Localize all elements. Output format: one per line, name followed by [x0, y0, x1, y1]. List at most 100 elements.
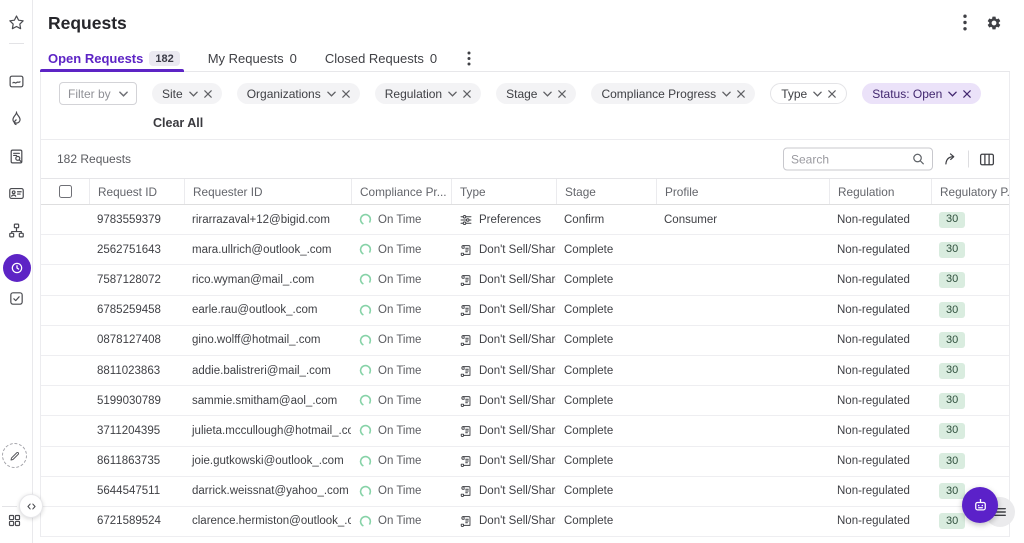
col-requester-id[interactable]: Requester ID — [184, 179, 351, 204]
col-profile[interactable]: Profile — [656, 179, 829, 204]
tab-closed-requests[interactable]: Closed Requests 0 — [325, 46, 437, 71]
on-time-progress-ring-icon — [359, 485, 372, 498]
cell-type: Don't Sell/Share — [451, 243, 556, 257]
filter-chip-status-open[interactable]: Status: Open — [862, 83, 981, 104]
col-stage[interactable]: Stage — [556, 179, 656, 204]
scroll-icon — [459, 454, 473, 468]
edit-pencil-icon[interactable] — [2, 443, 27, 468]
cell-compliance: On Time — [351, 424, 451, 437]
requests-nav-active[interactable] — [3, 254, 31, 282]
id-card-icon[interactable] — [8, 185, 25, 202]
col-compliance-progress[interactable]: Compliance Pr... — [351, 179, 451, 204]
remove-filter-icon[interactable] — [463, 90, 471, 98]
remove-filter-icon[interactable] — [963, 90, 971, 98]
table-row[interactable]: 6721589524 clarence.hermiston@outlook_.c… — [41, 507, 1009, 537]
table-row[interactable]: 5199030789 sammie.smitham@aol_.com On Ti… — [41, 386, 1009, 416]
select-all-checkbox[interactable] — [59, 185, 72, 198]
remove-filter-icon[interactable] — [828, 90, 836, 98]
col-regulatory-period[interactable]: Regulatory P... — [931, 179, 1009, 204]
toolbar-divider — [968, 151, 969, 168]
chip-label: Type — [781, 87, 807, 101]
cell-stage: Complete — [556, 455, 656, 467]
filter-by-select[interactable]: Filter by — [59, 82, 137, 105]
cell-requester-id: earle.rau@outlook_.com — [184, 304, 351, 316]
table-row[interactable]: 8811023863 addie.balistreri@mail_.com On… — [41, 356, 1009, 386]
chevron-down-icon[interactable] — [189, 91, 198, 97]
cell-stage: Confirm — [556, 214, 656, 226]
filter-chip-type[interactable]: Type — [770, 83, 847, 104]
cell-requester-id: clarence.hermiston@outlook_.com — [184, 515, 351, 527]
chevron-down-icon[interactable] — [448, 91, 457, 97]
table-row[interactable]: 7587128072 rico.wyman@mail_.com On Time … — [41, 265, 1009, 295]
cell-regulation: Non-regulated — [829, 274, 931, 286]
filter-chip-site[interactable]: Site — [152, 83, 222, 104]
on-time-progress-ring-icon — [359, 334, 372, 347]
tab-label: Open Requests — [48, 51, 143, 66]
search-input[interactable] — [791, 152, 907, 166]
sidebar-collapse-toggle[interactable] — [19, 494, 43, 518]
filter-chip-stage[interactable]: Stage — [496, 83, 576, 104]
regulatory-days-badge: 30 — [939, 393, 965, 409]
table-row[interactable]: 8611863735 joie.gutkowski@outlook_.com O… — [41, 447, 1009, 477]
search-icon — [912, 153, 925, 166]
remove-filter-icon[interactable] — [558, 90, 566, 98]
table-row[interactable]: 6785259458 earle.rau@outlook_.com On Tim… — [41, 296, 1009, 326]
export-icon[interactable] — [942, 151, 959, 168]
favorites-star-icon[interactable] — [8, 14, 25, 31]
cell-type: Don't Sell/Share — [451, 484, 556, 498]
robot-icon — [971, 496, 990, 515]
cell-compliance: On Time — [351, 394, 451, 407]
settings-gear-icon[interactable] — [986, 15, 1002, 31]
table-row[interactable]: 5644547511 darrick.weissnat@yahoo_.com O… — [41, 477, 1009, 507]
page-kebab-menu-icon[interactable] — [963, 14, 967, 31]
tabs-bar: Open Requests 182 My Requests 0 Closed R… — [40, 46, 1010, 72]
cell-requester-id: darrick.weissnat@yahoo_.com — [184, 485, 351, 497]
apps-grid-icon[interactable] — [7, 513, 22, 528]
remove-filter-icon[interactable] — [342, 90, 350, 98]
chevron-down-icon[interactable] — [722, 91, 731, 97]
cell-regulatory-period: 30 — [931, 242, 1009, 258]
tasks-check-icon[interactable] — [8, 290, 25, 307]
ai-assistant-fab[interactable] — [962, 487, 998, 523]
data-flows-icon[interactable] — [8, 222, 25, 239]
tab-my-requests[interactable]: My Requests 0 — [208, 46, 297, 71]
dashboard-image-icon[interactable] — [8, 73, 25, 90]
col-regulation[interactable]: Regulation — [829, 179, 931, 204]
regulatory-days-badge: 30 — [939, 363, 965, 379]
on-time-progress-ring-icon — [359, 394, 372, 407]
filter-chip-organizations[interactable]: Organizations — [237, 83, 360, 104]
chevron-down-icon[interactable] — [813, 91, 822, 97]
cell-type: Don't Sell/Share — [451, 394, 556, 408]
cell-regulatory-period: 30 — [931, 363, 1009, 379]
tab-open-requests[interactable]: Open Requests 182 — [48, 46, 180, 71]
remove-filter-icon[interactable] — [204, 90, 212, 98]
table-row[interactable]: 9783559379 rirarrazaval+12@bigid.com On … — [41, 205, 1009, 235]
cell-request-id: 0878127408 — [89, 334, 184, 346]
chip-label: Compliance Progress — [601, 87, 716, 101]
activity-flame-icon[interactable] — [8, 110, 25, 127]
chevron-down-icon[interactable] — [948, 91, 957, 97]
regulatory-days-badge: 30 — [939, 513, 965, 529]
column-chooser-icon[interactable] — [978, 150, 996, 168]
cell-requester-id: gino.wolff@hotmail_.com — [184, 334, 351, 346]
chevron-down-icon[interactable] — [327, 91, 336, 97]
chevron-down-icon[interactable] — [543, 91, 552, 97]
cell-type: Don't Sell/Share — [451, 424, 556, 438]
report-search-icon[interactable] — [8, 148, 25, 165]
col-type[interactable]: Type — [451, 179, 556, 204]
clear-all-button[interactable]: Clear All — [153, 116, 203, 130]
tabs-more-icon[interactable] — [467, 51, 471, 66]
filter-chip-regulation[interactable]: Regulation — [375, 83, 481, 104]
cell-stage: Complete — [556, 365, 656, 377]
sidebar — [0, 0, 33, 543]
cell-compliance: On Time — [351, 455, 451, 468]
table-row[interactable]: 2562751643 mara.ullrich@outlook_.com On … — [41, 235, 1009, 265]
filter-chip-compliance-progress[interactable]: Compliance Progress — [591, 83, 755, 104]
table-row[interactable]: 0878127408 gino.wolff@hotmail_.com On Ti… — [41, 326, 1009, 356]
on-time-progress-ring-icon — [359, 515, 372, 528]
remove-filter-icon[interactable] — [737, 90, 745, 98]
cell-stage: Complete — [556, 515, 656, 527]
table-row[interactable]: 3711204395 julieta.mccullough@hotmail_.c… — [41, 416, 1009, 446]
col-request-id[interactable]: Request ID — [89, 179, 184, 204]
on-time-progress-ring-icon — [359, 304, 372, 317]
